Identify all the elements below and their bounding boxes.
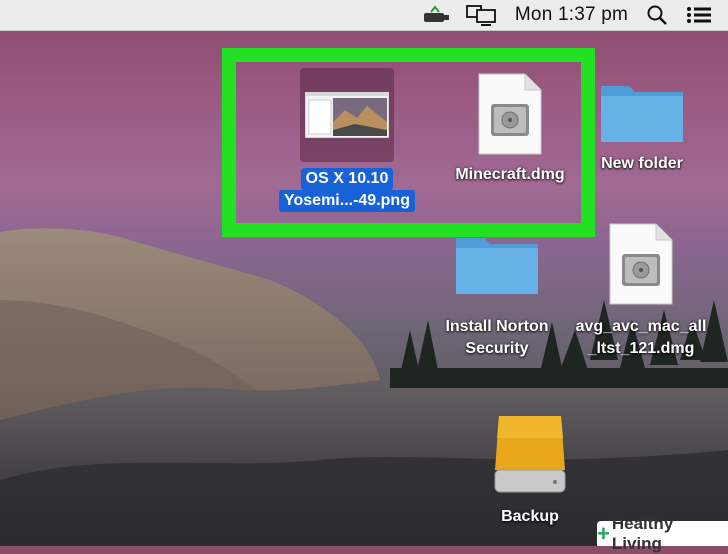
folder-icon (456, 238, 538, 294)
menu-bar-clock[interactable]: Mon 1:37 pm (515, 4, 628, 26)
notification-center-icon[interactable] (686, 5, 712, 25)
desktop-item-label: New folder (601, 155, 683, 172)
folder-icon (601, 86, 683, 142)
desktop-item-label: Install Norton Security (445, 316, 548, 360)
desktop-item-label: OS X 10.10 Yosemi...-49.png (279, 168, 415, 212)
label-line-2: Yosemi...-49.png (279, 190, 415, 212)
disk-image-icon (609, 223, 673, 305)
desktop-item-label: Minecraft.dmg (455, 166, 565, 183)
desktop-item-avg-dmg[interactable]: avg_avc_mac_all _ltst_121.dmg (566, 222, 716, 360)
desktop-item-backup-drive[interactable]: Backup (478, 412, 582, 528)
label-line-1: avg_avc_mac_all (575, 318, 707, 335)
desktop-item-minecraft-dmg[interactable]: Minecraft.dmg (440, 72, 580, 186)
label-line-1: Install Norton (445, 318, 549, 335)
menu-bar: Mon 1:37 pm (0, 0, 728, 31)
label-line-2: Security (465, 340, 529, 357)
display-mirroring-icon[interactable] (465, 4, 497, 26)
watermark-text: Healthy Living (611, 513, 674, 553)
desktop-item-label: Backup (501, 508, 559, 525)
disk-image-icon (478, 73, 542, 155)
image-thumbnail-icon (305, 92, 389, 138)
healthy-living-watermark: + Healthy Living (597, 514, 728, 553)
desktop-item-new-folder[interactable]: New folder (583, 78, 701, 175)
label-line-1: OS X 10.10 (300, 168, 394, 190)
desktop-item-label: avg_avc_mac_all _ltst_121.dmg (576, 316, 707, 360)
file-thumbnail-selection (300, 68, 394, 162)
spotlight-search-icon[interactable] (646, 4, 668, 26)
plus-icon: + (597, 520, 610, 546)
usb-drive-icon[interactable] (421, 5, 451, 25)
desktop-item-screenshot-file[interactable]: OS X 10.10 Yosemi...-49.png (262, 68, 432, 212)
label-line-2: _ltst_121.dmg (587, 340, 695, 357)
external-drive-icon (494, 416, 566, 493)
desktop-item-install-norton-security[interactable]: Install Norton Security (428, 230, 566, 360)
